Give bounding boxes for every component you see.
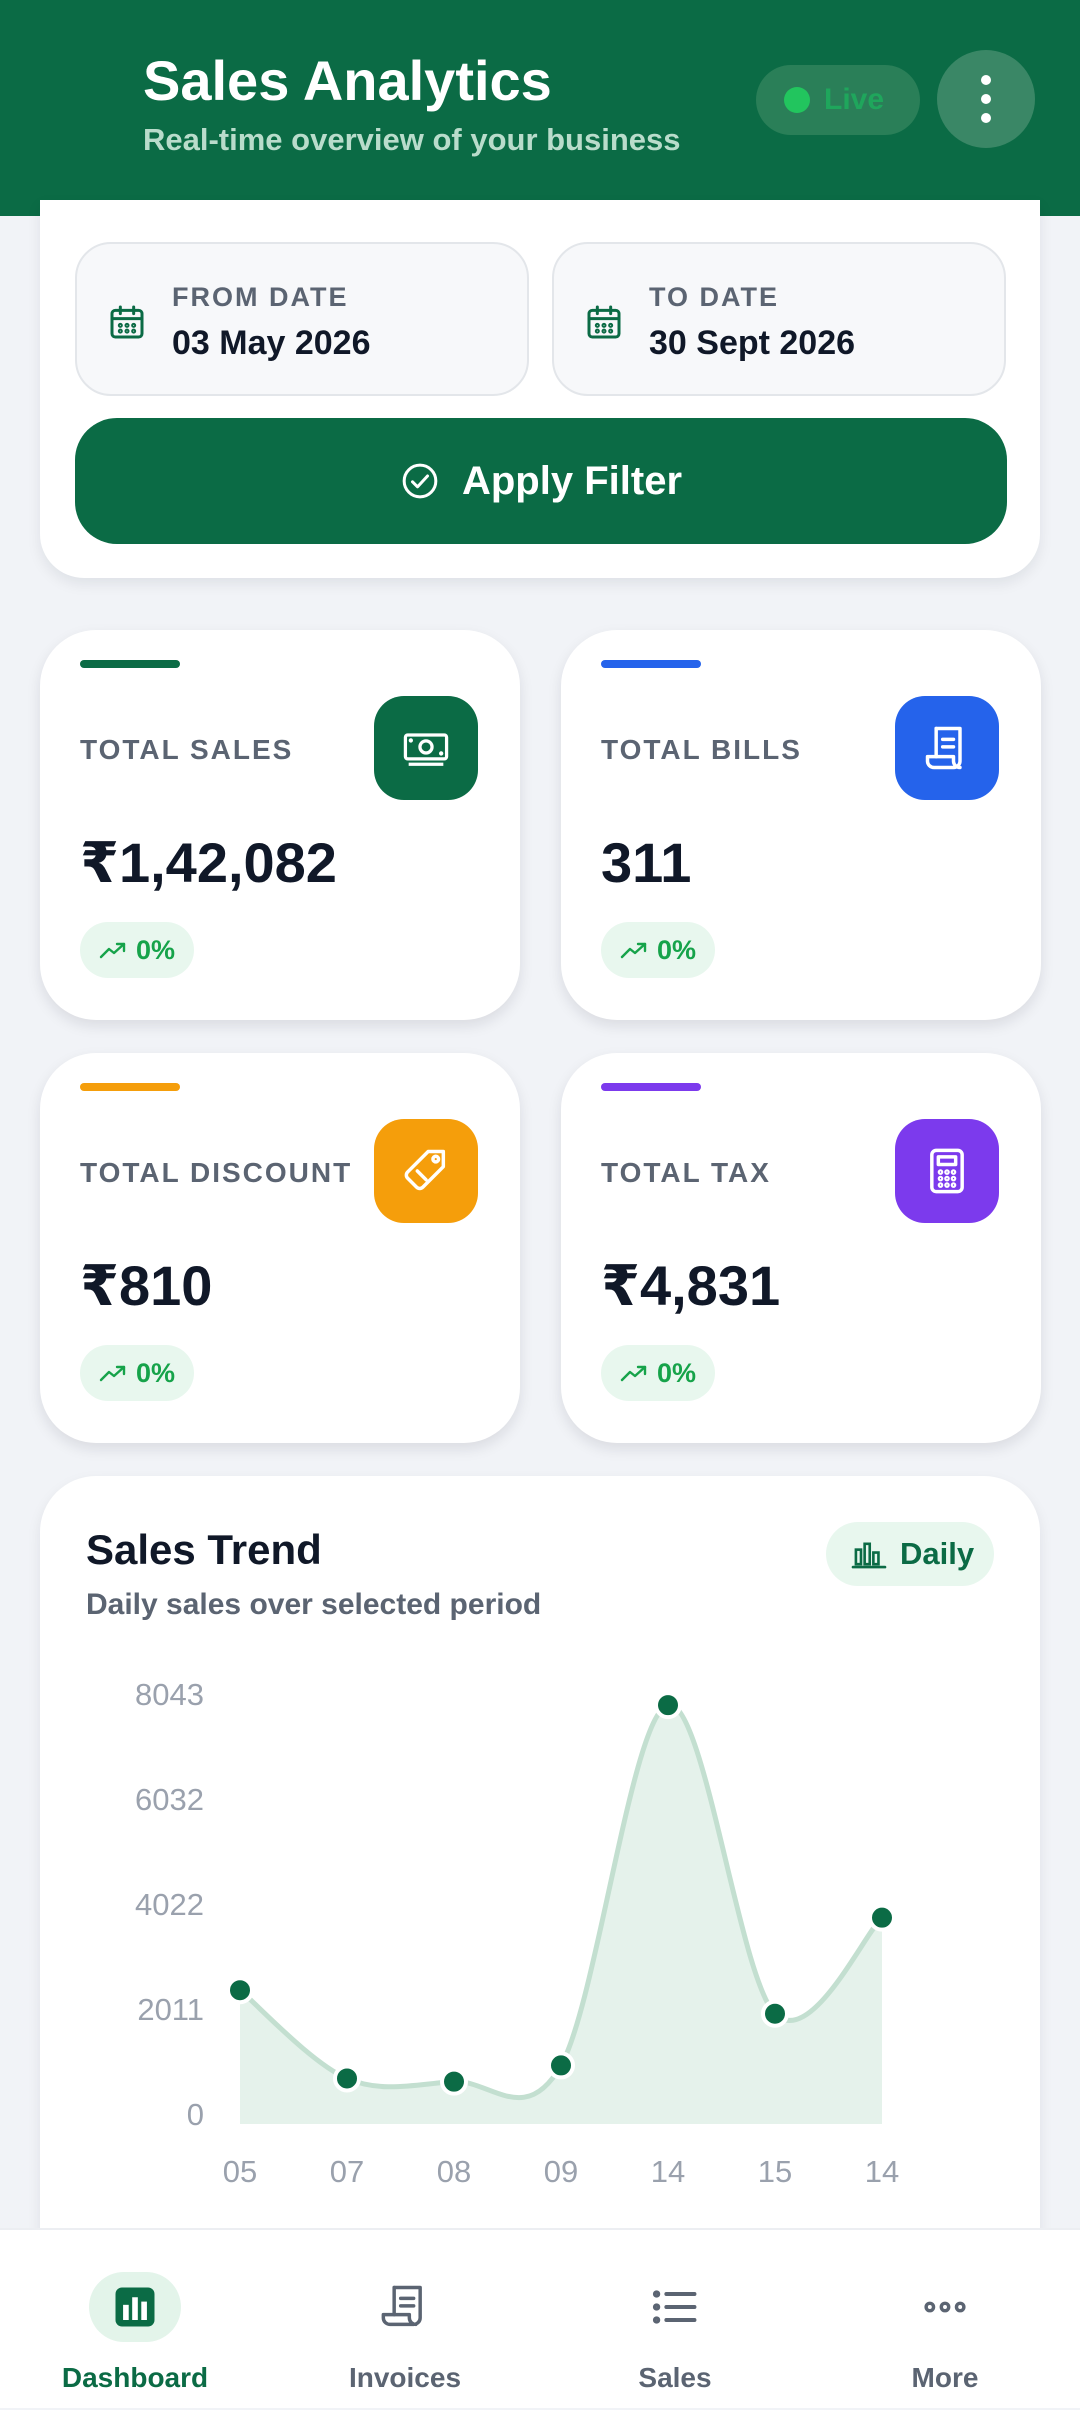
x-tick-label: 15 xyxy=(758,2154,792,2189)
trend-value: 0% xyxy=(136,1357,176,1388)
stat-card-total-bills[interactable]: TOTAL BILLS 311 0% xyxy=(561,630,1041,1020)
date-filter-card: FROM DATE 03 May 2026 TO DATE 30 Sept 20… xyxy=(40,200,1040,578)
live-status-badge: Live xyxy=(756,65,920,135)
calendar-icon xyxy=(587,305,621,339)
live-dot-icon xyxy=(784,87,810,113)
stat-value: ₹4,831 xyxy=(601,1254,781,1317)
check-circle-icon xyxy=(402,463,438,499)
stat-label: TOTAL DISCOUNT xyxy=(80,1157,353,1188)
chart-data-point[interactable] xyxy=(226,1976,254,2005)
chart-data-point[interactable] xyxy=(333,2064,361,2093)
more-horizontal-icon xyxy=(899,2272,991,2342)
x-tick-label: 14 xyxy=(651,2154,685,2189)
list-icon xyxy=(629,2272,721,2342)
nav-label: Dashboard xyxy=(61,2362,209,2393)
live-label: Live xyxy=(824,83,885,116)
to-date-value: 30 Sept 2026 xyxy=(649,324,856,362)
trend-value: 0% xyxy=(136,934,176,965)
chart-data-point[interactable] xyxy=(440,2067,468,2096)
stat-value: 311 xyxy=(601,831,692,894)
sales-trend-chart: 0 2011 4022 6032 8043 05 07 08 09 14 15 14 xyxy=(135,1677,899,2189)
nav-item-sales[interactable]: Sales xyxy=(540,2230,810,2410)
nav-label: Sales xyxy=(638,2362,712,2393)
stat-card-total-discount[interactable]: TOTAL DISCOUNT ₹810 0% xyxy=(40,1053,520,1443)
x-tick-label: 05 xyxy=(223,2154,257,2189)
sales-trend-card: Sales Trend Daily sales over selected pe… xyxy=(40,1476,1040,2236)
apply-filter-button[interactable]: Apply Filter xyxy=(75,418,1007,544)
y-tick-label: 6032 xyxy=(135,1782,204,1817)
stat-label: TOTAL BILLS xyxy=(601,734,802,765)
stat-label: TOTAL SALES xyxy=(80,734,294,765)
trend-badge: 0% xyxy=(80,1345,194,1401)
bar-chart-icon xyxy=(89,2272,181,2342)
x-tick-label: 14 xyxy=(865,2154,899,2189)
x-tick-label: 07 xyxy=(330,2154,364,2189)
trending-up-icon xyxy=(99,1365,126,1382)
stat-card-total-sales[interactable]: TOTAL SALES ₹1,42,082 0% xyxy=(40,630,520,1020)
chart-data-point[interactable] xyxy=(761,1999,789,2028)
nav-label: Invoices xyxy=(348,2362,462,2393)
more-options-button[interactable] xyxy=(937,50,1035,148)
page-subtitle: Real-time overview of your business xyxy=(143,122,681,157)
invoice-icon xyxy=(359,2272,451,2342)
bottom-navigation: Dashboard Invoices Sales More xyxy=(0,2228,1080,2408)
chart-data-point[interactable] xyxy=(868,1903,896,1932)
y-tick-label: 8043 xyxy=(135,1677,204,1712)
tag-icon xyxy=(374,1119,478,1223)
stat-value: ₹810 xyxy=(80,1254,213,1317)
y-tick-label: 0 xyxy=(187,2097,204,2132)
to-date-label: TO DATE xyxy=(649,282,780,312)
trend-badge: 0% xyxy=(80,922,194,978)
trending-up-icon xyxy=(99,942,126,959)
stat-label: TOTAL TAX xyxy=(601,1157,771,1188)
apply-filter-label: Apply Filter xyxy=(461,458,683,503)
app-header: Sales Analytics Real-time overview of yo… xyxy=(0,0,1080,216)
from-date-label: FROM DATE xyxy=(172,282,349,312)
x-tick-label: 08 xyxy=(437,2154,471,2189)
y-tick-label: 2011 xyxy=(137,1992,204,2027)
accent-bar xyxy=(80,1083,180,1091)
nav-item-invoices[interactable]: Invoices xyxy=(270,2230,540,2410)
cash-icon xyxy=(374,696,478,800)
accent-bar xyxy=(601,660,701,668)
stat-value: ₹1,42,082 xyxy=(80,831,337,894)
x-tick-label: 09 xyxy=(544,2154,578,2189)
trend-value: 0% xyxy=(657,1357,697,1388)
trending-up-icon xyxy=(620,942,647,959)
from-date-value: 03 May 2026 xyxy=(172,324,371,362)
to-date-picker[interactable]: TO DATE 30 Sept 2026 xyxy=(552,242,1006,396)
chart-data-point[interactable] xyxy=(654,1691,682,1720)
from-date-picker[interactable]: FROM DATE 03 May 2026 xyxy=(75,242,529,396)
calendar-icon xyxy=(110,305,144,339)
calculator-icon xyxy=(895,1119,999,1223)
page-title: Sales Analytics xyxy=(143,49,552,112)
trend-badge: 0% xyxy=(601,922,715,978)
trending-up-icon xyxy=(620,1365,647,1382)
receipt-icon xyxy=(895,696,999,800)
stat-card-total-tax[interactable]: TOTAL TAX ₹4,831 0% xyxy=(561,1053,1041,1443)
trend-value: 0% xyxy=(657,934,697,965)
nav-item-dashboard[interactable]: Dashboard xyxy=(0,2230,270,2410)
accent-bar xyxy=(80,660,180,668)
accent-bar xyxy=(601,1083,701,1091)
y-tick-label: 4022 xyxy=(135,1887,204,1922)
trend-badge: 0% xyxy=(601,1345,715,1401)
nav-label: More xyxy=(911,2362,979,2393)
chart-data-point[interactable] xyxy=(547,2051,575,2080)
nav-item-more[interactable]: More xyxy=(810,2230,1080,2410)
more-vertical-icon xyxy=(981,75,991,85)
